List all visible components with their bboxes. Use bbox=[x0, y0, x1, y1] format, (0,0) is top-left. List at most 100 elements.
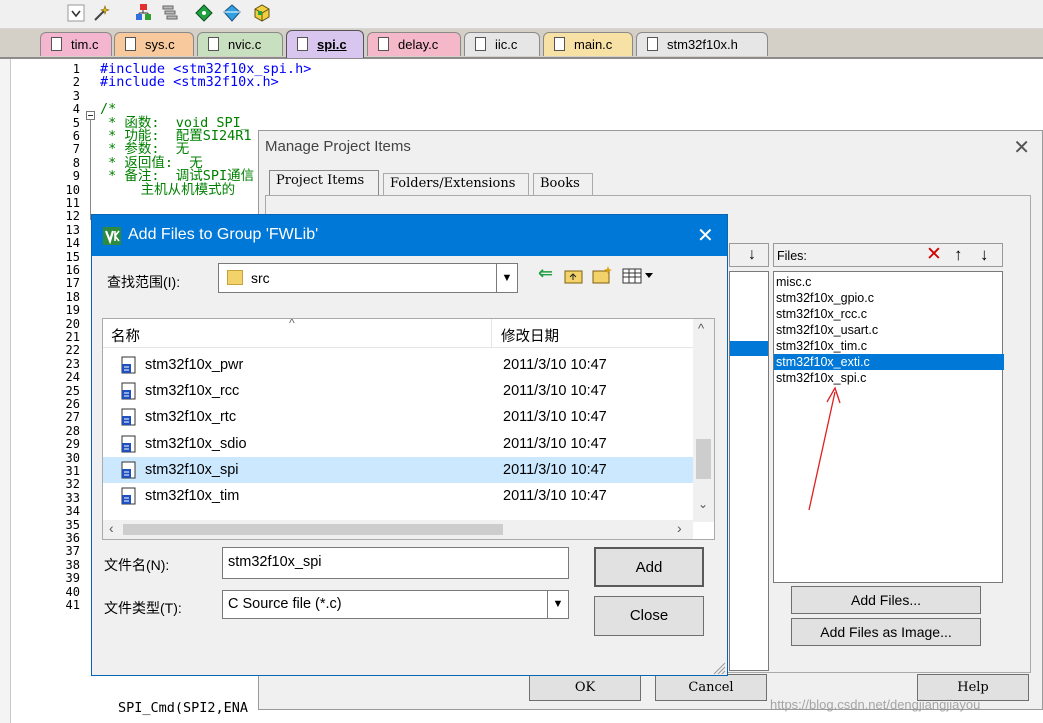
dialog-title: Add Files to Group 'FWLib' bbox=[128, 226, 319, 243]
line-number: 33 bbox=[65, 490, 80, 505]
file-type-select[interactable]: C Source file (*.c) ▼ bbox=[222, 590, 569, 619]
add-files-as-image-button[interactable]: Add Files as Image... bbox=[791, 618, 981, 646]
up-folder-icon[interactable] bbox=[564, 267, 584, 285]
file-list-item[interactable]: stm32f10x_rcc.c bbox=[776, 306, 867, 322]
file-list-item[interactable]: stm32f10x_tim.c bbox=[776, 338, 867, 354]
line-number: 35 bbox=[65, 517, 80, 532]
tab-main-c[interactable]: main.c bbox=[543, 32, 633, 56]
line-number: 21 bbox=[65, 330, 80, 344]
fold-line bbox=[90, 120, 91, 220]
line-number: 38 bbox=[65, 557, 80, 572]
scroll-right-icon[interactable]: › bbox=[677, 520, 682, 536]
gem-icon[interactable] bbox=[222, 3, 242, 23]
vertical-scrollbar[interactable]: ^ ⌄ bbox=[693, 319, 714, 522]
ok-button[interactable]: OK bbox=[529, 674, 641, 701]
file-name-input[interactable]: stm32f10x_spi bbox=[222, 547, 569, 579]
line-number: 10 bbox=[65, 182, 80, 197]
line-number: 11 bbox=[65, 196, 80, 210]
sort-up-icon: ^ bbox=[289, 318, 295, 330]
file-row[interactable]: stm32f10x_rtc 2011/3/10 10:47 bbox=[103, 404, 693, 430]
hscroll-thumb[interactable] bbox=[123, 524, 503, 535]
tab-iic-c[interactable]: iic.c bbox=[464, 32, 540, 56]
tab-books[interactable]: Books bbox=[533, 173, 593, 195]
file-list[interactable]: 名称 ^ 修改日期 stm32f10x_pwr 2011/3/10 10:47 st… bbox=[102, 318, 715, 540]
file-list-item[interactable]: stm32f10x_usart.c bbox=[776, 322, 878, 338]
line-number: 14 bbox=[65, 236, 80, 251]
tab-stm32f10x-h[interactable]: stm32f10x.h bbox=[636, 32, 768, 56]
file-date: 2011/3/10 10:47 bbox=[503, 461, 607, 478]
line-number: 3 bbox=[72, 88, 80, 103]
file-list-item[interactable]: misc.c bbox=[776, 274, 811, 290]
diamond-icon[interactable] bbox=[194, 3, 214, 23]
look-in-value: src bbox=[251, 270, 270, 286]
tab-sys-c[interactable]: sys.c bbox=[114, 32, 194, 56]
new-folder-icon[interactable] bbox=[592, 265, 614, 285]
project-tree-icon[interactable] bbox=[134, 3, 154, 23]
tab-nvic-c[interactable]: nvic.c bbox=[197, 32, 283, 56]
scroll-up-icon[interactable]: ^ bbox=[698, 321, 704, 336]
tab-tim-c[interactable]: tim.c bbox=[40, 32, 112, 56]
file-row[interactable]: stm32f10x_rcc 2011/3/10 10:47 bbox=[103, 378, 693, 404]
fold-toggle-icon[interactable] bbox=[86, 111, 95, 120]
scroll-left-icon[interactable]: ‹ bbox=[109, 520, 114, 536]
line-number: 25 bbox=[65, 383, 80, 398]
editor-tab-bar: tim.c sys.c nvic.c spi.c delay.c iic.c m… bbox=[0, 29, 1043, 59]
file-row[interactable]: stm32f10x_tim 2011/3/10 10:47 bbox=[103, 483, 693, 509]
delete-icon[interactable]: ✕ bbox=[926, 243, 942, 266]
file-list-item[interactable]: stm32f10x_exti.c bbox=[774, 354, 1004, 370]
chevron-down-icon[interactable]: ▼ bbox=[547, 591, 568, 618]
dropdown-arrow-icon[interactable] bbox=[66, 3, 86, 23]
add-button[interactable]: Add bbox=[594, 547, 704, 587]
layers-icon[interactable] bbox=[160, 3, 180, 23]
close-button[interactable]: Close bbox=[594, 596, 704, 636]
close-icon[interactable]: ✕ bbox=[697, 223, 714, 248]
line-number: 9 bbox=[72, 169, 80, 184]
line-number: 31 bbox=[65, 464, 80, 478]
line-number: 39 bbox=[65, 571, 80, 586]
line-number: 26 bbox=[65, 397, 80, 411]
horizontal-scrollbar[interactable]: ‹ › bbox=[103, 520, 693, 539]
chevron-down-icon[interactable]: ▼ bbox=[496, 264, 517, 292]
file-date: 2011/3/10 10:47 bbox=[503, 435, 607, 452]
line-number: 22 bbox=[65, 343, 80, 358]
file-name: stm32f10x_rtc bbox=[145, 409, 237, 426]
move-down-icon[interactable]: ↓ bbox=[748, 246, 756, 264]
close-icon[interactable]: ✕ bbox=[1013, 135, 1030, 160]
resize-grip-icon[interactable] bbox=[712, 661, 726, 675]
groups-list[interactable] bbox=[729, 271, 769, 671]
tab-folders-extensions[interactable]: Folders/Extensions bbox=[383, 173, 529, 195]
file-icon bbox=[554, 37, 565, 51]
wand-icon[interactable] bbox=[92, 3, 112, 23]
tab-project-items[interactable]: Project Items bbox=[269, 170, 379, 196]
cancel-button[interactable]: Cancel bbox=[655, 674, 767, 701]
back-arrow-icon[interactable]: ⇐ bbox=[538, 263, 553, 284]
c-file-icon bbox=[121, 408, 136, 426]
file-date: 2011/3/10 10:47 bbox=[503, 357, 607, 373]
move-down-icon[interactable]: ↓ bbox=[980, 245, 989, 265]
keil-logo-icon bbox=[103, 227, 121, 245]
file-row[interactable]: stm32f10x_sdio 2011/3/10 10:47 bbox=[103, 431, 693, 457]
file-name: stm32f10x_tim bbox=[145, 488, 240, 504]
line-number: 30 bbox=[65, 450, 80, 465]
file-icon bbox=[378, 37, 389, 51]
file-name-value: stm32f10x_spi bbox=[228, 554, 322, 570]
add-files-button[interactable]: Add Files... bbox=[791, 586, 981, 614]
view-menu-icon[interactable] bbox=[622, 267, 656, 285]
scroll-thumb[interactable] bbox=[696, 439, 711, 479]
folder-icon bbox=[227, 270, 243, 285]
col-name[interactable]: 名称 bbox=[111, 325, 140, 346]
line-number: 24 bbox=[65, 370, 80, 385]
scroll-down-icon[interactable]: ⌄ bbox=[698, 497, 708, 511]
line-number: 19 bbox=[65, 303, 80, 318]
move-up-icon[interactable]: ↑ bbox=[954, 245, 963, 265]
look-in-combo[interactable]: src ▼ bbox=[218, 263, 518, 293]
file-icon bbox=[647, 37, 658, 51]
package-icon[interactable] bbox=[252, 3, 272, 23]
file-list-item[interactable]: stm32f10x_gpio.c bbox=[776, 290, 874, 306]
tab-delay-c[interactable]: delay.c bbox=[367, 32, 461, 56]
file-row[interactable]: stm32f10x_spi 2011/3/10 10:47 bbox=[103, 456, 693, 483]
annotation-arrow bbox=[808, 386, 841, 511]
tab-spi-c[interactable]: spi.c bbox=[286, 30, 364, 58]
file-row[interactable]: stm32f10x_pwr 2011/3/10 10:47 bbox=[103, 352, 693, 378]
col-date[interactable]: 修改日期 bbox=[501, 325, 559, 346]
